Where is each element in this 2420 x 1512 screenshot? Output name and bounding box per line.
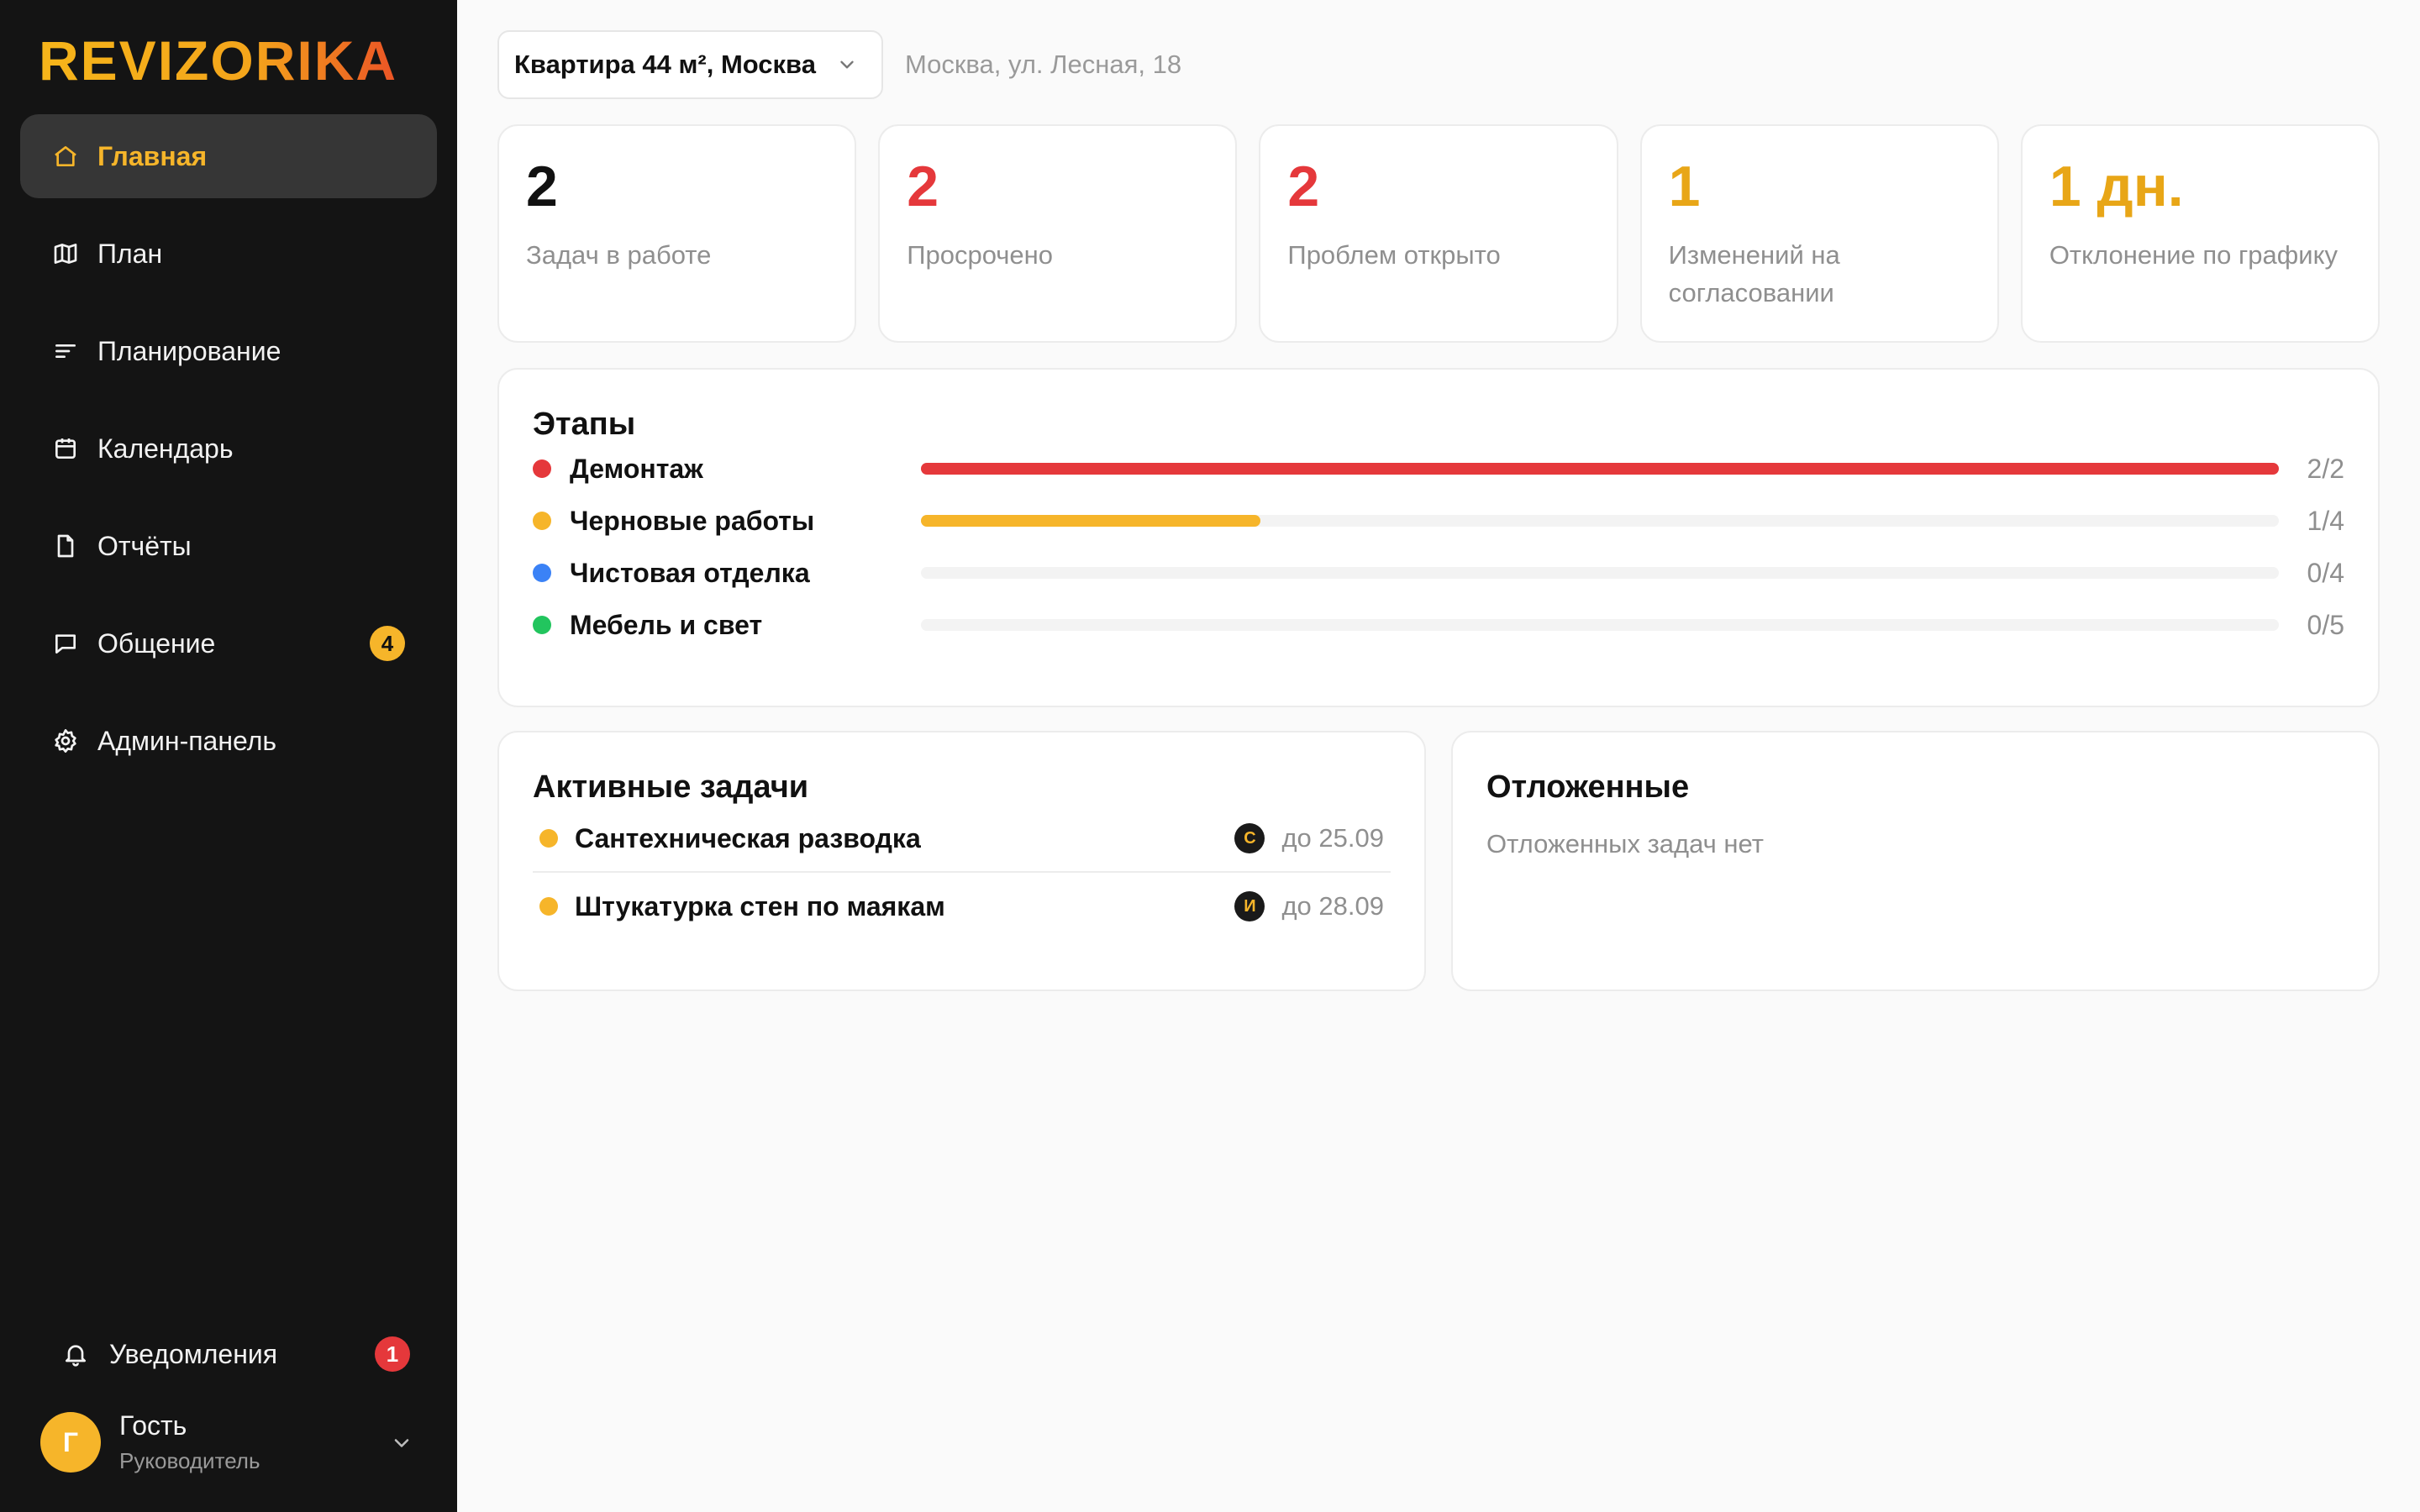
sidebar-item-planning[interactable]: Планирование <box>20 309 437 393</box>
notifications-label: Уведомления <box>109 1338 278 1369</box>
topbar: Квартира 44 м², Москва Москва, ул. Лесна… <box>497 30 2380 99</box>
stage-progress-track <box>921 463 2279 475</box>
stage-name: Демонтаж <box>570 453 703 484</box>
sidebar-bottom: Уведомления 1 Г Гость Руководитель <box>0 1314 457 1512</box>
stage-row[interactable]: Чистовая отделка 0/4 <box>533 547 2344 599</box>
stage-count: 1/4 <box>2307 505 2344 536</box>
sidebar-item-label: Общение <box>97 627 216 659</box>
stage-dot <box>533 512 551 530</box>
stage-progress-fill <box>921 515 1260 527</box>
object-address: Москва, ул. Лесная, 18 <box>904 50 1182 79</box>
stage-row[interactable]: Демонтаж 2/2 <box>533 443 2344 495</box>
stage-count: 2/2 <box>2307 453 2344 484</box>
stat-card-in-progress[interactable]: 2 Задач в работе <box>497 124 857 343</box>
stat-card-changes[interactable]: 1 Изменений на согласовании <box>1639 124 1999 343</box>
object-select[interactable]: Квартира 44 м², Москва <box>497 30 883 99</box>
object-select-value: Квартира 44 м², Москва <box>514 50 816 79</box>
task-status-dot <box>539 897 558 916</box>
logo[interactable]: REVIZORIKA <box>0 0 457 109</box>
task-row[interactable]: Штукатурка стен по маякам И до 28.09 <box>533 873 1391 940</box>
sidebar-item-label: Отчёты <box>97 530 192 561</box>
assignee-avatar: И <box>1234 891 1265 921</box>
notifications-button[interactable]: Уведомления 1 <box>20 1314 437 1394</box>
postponed-title: Отложенные <box>1486 769 1690 805</box>
stat-value: 2 <box>526 155 558 218</box>
sidebar-item-home[interactable]: Главная <box>20 114 437 198</box>
task-name: Сантехническая разводка <box>575 822 921 853</box>
stage-name: Мебель и свет <box>570 609 763 640</box>
stat-label: Изменений на согласовании <box>1668 240 1840 307</box>
stage-name: Черновые работы <box>570 505 815 536</box>
active-tasks-title: Активные задачи <box>533 769 809 805</box>
chat-badge: 4 <box>370 626 405 661</box>
list-icon <box>55 344 76 358</box>
sidebar-item-admin[interactable]: Админ-панель <box>20 699 437 783</box>
stat-card-problems[interactable]: 2 Проблем открыто <box>1259 124 1618 343</box>
stat-label: Проблем открыто <box>1287 240 1501 270</box>
postponed-card: Отложенные Отложенных задач нет <box>1451 731 2380 991</box>
stat-label: Отклонение по графику <box>2049 240 2338 270</box>
stage-progress-track <box>921 619 2279 631</box>
gear-icon <box>55 729 76 753</box>
chat-icon <box>55 634 76 654</box>
sidebar-item-label: Админ-панель <box>97 725 277 756</box>
user-info: Гость Руководитель <box>119 1410 260 1474</box>
notifications-badge: 1 <box>375 1336 410 1372</box>
stage-dot <box>533 564 551 582</box>
stats-row: 2 Задач в работе 2 Просрочено 2 Проблем … <box>497 124 2381 343</box>
stage-progress-fill <box>921 463 2279 475</box>
sidebar-item-label: Планирование <box>97 335 281 366</box>
stage-dot <box>533 459 551 478</box>
user-name: Гость <box>119 1410 187 1441</box>
stat-value: 1 <box>1668 155 1701 218</box>
stage-row[interactable]: Мебель и свет 0/5 <box>533 599 2344 651</box>
chevron-down-icon <box>840 60 854 69</box>
sidebar: REVIZORIKA Главная План Планирование Кал… <box>0 0 457 1512</box>
sidebar-item-label: План <box>97 238 163 269</box>
task-due-date: до 28.09 <box>1281 891 1384 921</box>
app: REVIZORIKA Главная План Планирование Кал… <box>0 0 2420 1512</box>
assignee-avatar: С <box>1234 823 1265 853</box>
user-role: Руководитель <box>119 1448 260 1473</box>
stage-name: Чистовая отделка <box>570 557 810 588</box>
stat-value: 2 <box>907 155 939 218</box>
active-tasks-card: Активные задачи Сантехническая разводка … <box>497 731 1426 991</box>
chevron-down-icon[interactable] <box>390 1431 413 1455</box>
stat-value: 1 дн. <box>2049 155 2184 218</box>
stage-progress-track <box>921 515 2279 527</box>
stat-label: Задач в работе <box>526 240 712 270</box>
stage-count: 0/4 <box>2307 557 2344 588</box>
sidebar-nav: Главная План Планирование Календарь Отчё… <box>0 109 457 796</box>
stat-value: 2 <box>1287 155 1320 218</box>
stat-card-overdue[interactable]: 2 Просрочено <box>878 124 1238 343</box>
sidebar-item-reports[interactable]: Отчёты <box>20 504 437 588</box>
sidebar-item-label: Главная <box>97 140 208 171</box>
task-row[interactable]: Сантехническая разводка С до 25.09 <box>533 806 1391 873</box>
home-icon <box>55 146 76 166</box>
task-name: Штукатурка стен по маякам <box>575 890 945 921</box>
sidebar-item-plan[interactable]: План <box>20 212 437 296</box>
stat-label: Просрочено <box>907 240 1054 270</box>
postponed-empty-text: Отложенных задач нет <box>1486 829 1764 858</box>
calendar-icon <box>55 438 76 459</box>
user-menu[interactable]: Г Гость Руководитель <box>0 1394 457 1512</box>
sidebar-item-calendar[interactable]: Календарь <box>20 407 437 491</box>
stages-card: Этапы Демонтаж 2/2 Черновые работы 1/4 Ч… <box>497 368 2380 707</box>
sidebar-item-chat[interactable]: Общение 4 <box>20 601 437 685</box>
avatar: Г <box>40 1412 101 1473</box>
stat-card-deviation[interactable]: 1 дн. Отклонение по графику <box>2020 124 2381 343</box>
bell-icon <box>66 1345 86 1367</box>
stage-dot <box>533 616 551 634</box>
stage-progress-track <box>921 567 2279 579</box>
document-icon <box>57 534 74 558</box>
task-due-date: до 25.09 <box>1281 823 1384 853</box>
map-icon <box>54 244 77 264</box>
sidebar-item-label: Календарь <box>97 433 234 464</box>
task-status-dot <box>539 829 558 848</box>
stage-row[interactable]: Черновые работы 1/4 <box>533 495 2344 547</box>
main-content: Квартира 44 м², Москва Москва, ул. Лесна… <box>457 0 2420 1512</box>
stages-title: Этапы <box>533 407 636 442</box>
bottom-cards: Активные задачи Сантехническая разводка … <box>497 731 2380 991</box>
stage-count: 0/5 <box>2307 609 2344 640</box>
